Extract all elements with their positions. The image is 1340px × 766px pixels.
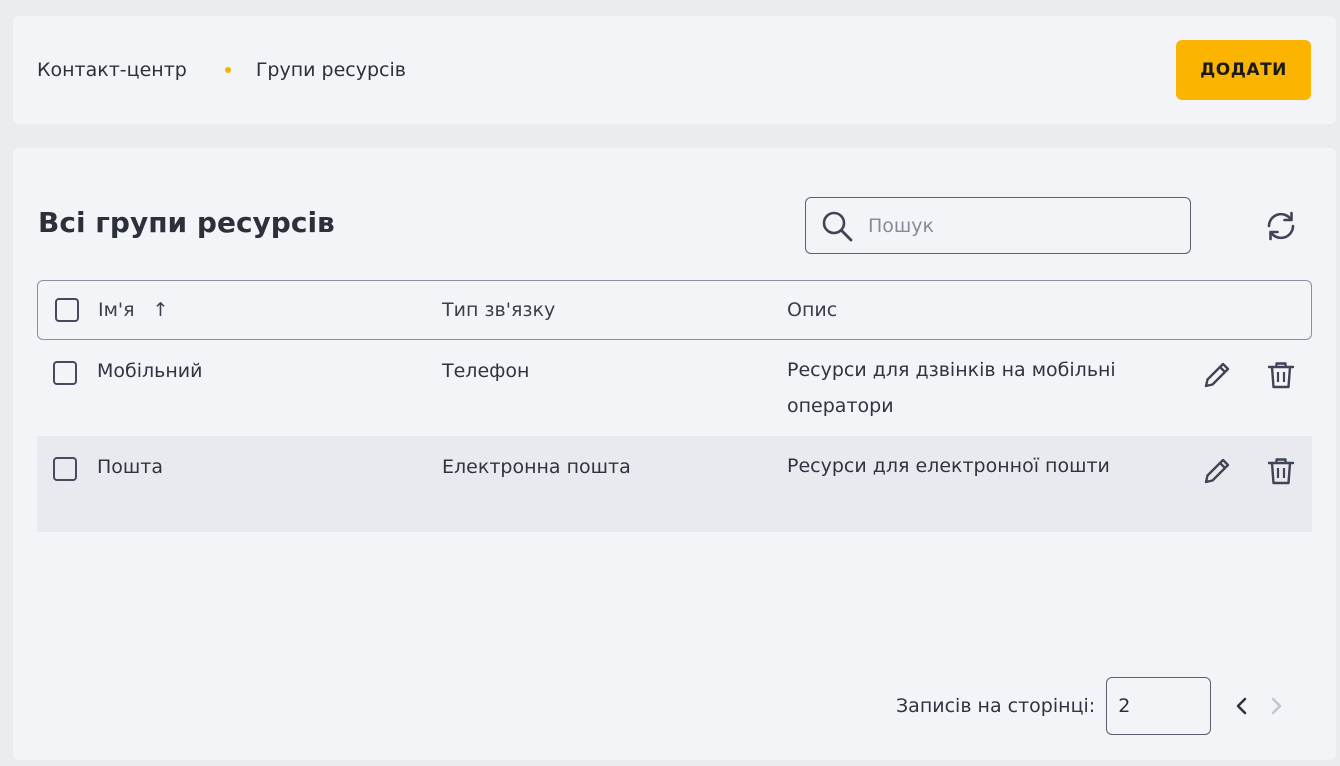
- refresh-icon: [1267, 211, 1295, 241]
- column-header-type: Тип зв'язку: [442, 299, 556, 321]
- breadcrumb-item-contact-center[interactable]: Контакт-центр: [37, 59, 187, 81]
- chevron-left-icon: [1236, 697, 1247, 715]
- edit-icon: [1204, 362, 1230, 388]
- edit-button[interactable]: [1199, 357, 1235, 393]
- delete-icon: [1267, 458, 1295, 485]
- chevron-right-icon: [1271, 697, 1282, 715]
- search-input[interactable]: [866, 213, 1170, 238]
- search-icon: [822, 211, 853, 241]
- resource-groups-table: Ім'я ↑ Тип зв'язку Опис Мобільний Телефо…: [37, 280, 1312, 532]
- row-checkbox[interactable]: [53, 457, 77, 481]
- select-all-checkbox[interactable]: [55, 298, 79, 322]
- row-description: Ресурси для дзвінків на мобільні операто…: [787, 359, 1116, 417]
- row-type: Електронна пошта: [442, 456, 631, 478]
- table-header: Ім'я ↑ Тип зв'язку Опис: [37, 280, 1312, 340]
- refresh-button[interactable]: [1263, 206, 1299, 246]
- header-bar: Контакт-центр Групи ресурсів ДОДАТИ: [13, 16, 1336, 124]
- row-checkbox[interactable]: [53, 361, 77, 385]
- column-header-description: Опис: [787, 299, 838, 321]
- add-button[interactable]: ДОДАТИ: [1176, 40, 1311, 100]
- sort-ascending-icon: ↑: [152, 299, 169, 321]
- page-size-input[interactable]: [1106, 677, 1212, 735]
- edit-icon: [1204, 458, 1230, 484]
- delete-button[interactable]: [1263, 357, 1299, 393]
- search-box[interactable]: [805, 197, 1191, 254]
- row-description: Ресурси для електронної пошти: [787, 455, 1110, 477]
- delete-button[interactable]: [1263, 453, 1299, 489]
- main-panel: Всі групи ресурсів Ім'я ↑ Тип зв'язку Оп…: [13, 148, 1336, 760]
- pagination: Записів на сторінці:: [896, 676, 1293, 736]
- next-page-button[interactable]: [1259, 689, 1293, 723]
- row-name: Пошта: [97, 456, 164, 478]
- previous-page-button[interactable]: [1225, 689, 1259, 723]
- table-row: Мобільний Телефон Ресурси для дзвінків н…: [37, 340, 1312, 436]
- table-row: Пошта Електронна пошта Ресурси для елект…: [37, 436, 1312, 532]
- delete-icon: [1267, 362, 1295, 389]
- breadcrumb: Контакт-центр Групи ресурсів: [37, 59, 406, 81]
- page-size-label: Записів на сторінці:: [896, 695, 1096, 717]
- row-name: Мобільний: [97, 360, 203, 382]
- breadcrumb-item-current: Групи ресурсів: [255, 59, 406, 81]
- row-type: Телефон: [442, 360, 530, 382]
- page-title: Всі групи ресурсів: [38, 206, 335, 239]
- column-header-name[interactable]: Ім'я ↑: [98, 299, 169, 321]
- breadcrumb-separator: [224, 67, 231, 73]
- edit-button[interactable]: [1199, 453, 1235, 489]
